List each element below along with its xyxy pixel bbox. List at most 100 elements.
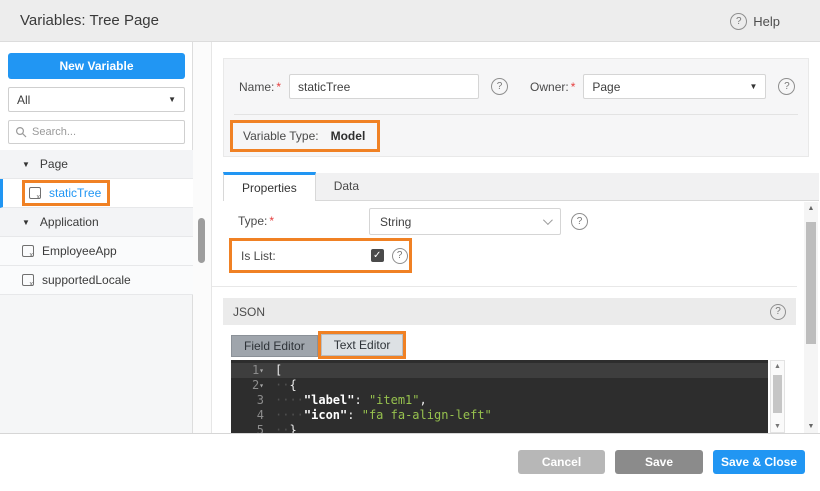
line-number: 4	[256, 408, 264, 422]
page-title: Variables: Tree Page	[20, 12, 159, 29]
type-help-icon[interactable]: ?	[571, 213, 588, 230]
type-value: String	[380, 214, 412, 229]
code-text: [	[275, 363, 283, 377]
text-editor-highlight: Text Editor	[317, 331, 407, 359]
panel-scrollbar[interactable]: ▲ ▼	[804, 202, 818, 433]
owner-label: Owner: *	[530, 79, 576, 94]
panel-scrollbar-thumb[interactable]	[806, 222, 816, 344]
variables-sidebar: New Variable All ▼ ▼ Page staticTree ▼ Appli…	[0, 42, 193, 433]
is-list-help-icon[interactable]: ?	[391, 247, 408, 264]
scroll-up-icon[interactable]: ▲	[804, 205, 818, 212]
variable-type-highlight: Variable Type: Model	[230, 120, 381, 152]
dialog-footer: Cancel Save Save & Close	[0, 433, 820, 491]
code-line: 2▾ ··{	[231, 378, 768, 393]
json-help-icon[interactable]: ?	[770, 303, 786, 320]
editor-scrollbar[interactable]: ▲ ▼	[770, 360, 785, 433]
card-divider	[234, 114, 798, 115]
variable-type-value: Model	[330, 129, 366, 143]
sidebar-filler	[0, 295, 192, 433]
tree-group-Page[interactable]: ▼ Page	[0, 150, 193, 179]
filter-value: All	[17, 92, 31, 107]
tree-item-staticTree[interactable]: staticTree	[0, 179, 193, 208]
search-input[interactable]	[32, 126, 162, 138]
line-number: 3	[256, 393, 264, 407]
collapse-triangle-icon[interactable]: ▼	[22, 160, 30, 169]
variable-search[interactable]	[8, 120, 185, 144]
line-number: 5	[256, 423, 264, 433]
json-section: JSON ? Field Editor Text Editor	[223, 298, 796, 361]
tree-item-label: supportedLocale	[42, 273, 131, 287]
caret-down-icon: ▼	[749, 82, 758, 91]
chevron-down-icon	[542, 215, 553, 226]
name-label: Name: *	[239, 79, 282, 94]
type-label: Type: *	[238, 214, 275, 228]
detail-tabbar: Properties Data	[223, 172, 819, 201]
code-line: 3 ····"label": "item1",	[231, 393, 768, 408]
code-text: ··}	[275, 423, 297, 433]
json-code-editor[interactable]: 1▾ [2▾ ··{ 3 ····"label": "item1", 4 ····"icon…	[231, 360, 768, 433]
caret-down-icon: ▼	[168, 95, 176, 104]
name-help-icon[interactable]: ?	[491, 78, 509, 95]
variable-icon	[29, 187, 41, 201]
editor-toggle-group: Field Editor Text Editor	[231, 331, 796, 361]
tab-properties[interactable]: Properties	[223, 172, 316, 201]
variable-summary-card: Name:* ? Owner:* Page ▼ ? Variable Type:…	[223, 58, 809, 157]
required-asterisk: *	[269, 214, 275, 228]
code-line: 5 ··}	[231, 423, 768, 433]
type-select[interactable]: String	[369, 208, 561, 235]
variables-tree: ▼ Page staticTree ▼ Application EmployeeApp su…	[0, 150, 193, 295]
owner-help-icon[interactable]: ?	[778, 78, 796, 95]
is-list-label: Is List:	[241, 248, 276, 263]
cancel-button[interactable]: Cancel	[518, 450, 605, 474]
line-number: 2▾	[251, 378, 264, 392]
help-circle-icon: ?	[730, 12, 748, 30]
sidebar-scrollbar[interactable]	[193, 42, 211, 433]
save-button[interactable]: Save	[615, 450, 703, 474]
owner-select[interactable]: Page ▼	[583, 74, 767, 99]
code-text: ····"icon": "fa fa-align-left"	[275, 408, 492, 422]
variable-type-label: Variable Type:	[243, 129, 319, 143]
code-line: 1▾ [	[231, 363, 768, 378]
tree-group-label: Page	[39, 157, 68, 171]
owner-value: Page	[592, 79, 621, 94]
tree-group-Application[interactable]: ▼ Application	[0, 208, 193, 237]
variable-icon	[22, 245, 34, 259]
variable-filter-select[interactable]: All ▼	[8, 87, 185, 112]
section-divider	[212, 286, 797, 287]
name-field[interactable]	[289, 74, 480, 99]
tree-item-EmployeeApp[interactable]: EmployeeApp	[0, 237, 193, 266]
is-list-highlight: Is List: ✓ ?	[229, 238, 412, 273]
variable-icon	[22, 274, 34, 288]
scroll-up-icon[interactable]: ▲	[771, 363, 784, 370]
fold-arrow-icon[interactable]: ▾	[259, 381, 264, 390]
collapse-triangle-icon[interactable]: ▼	[22, 218, 30, 227]
help-label: Help	[753, 13, 780, 29]
code-line: 4 ····"icon": "fa fa-align-left"	[231, 408, 768, 423]
save-and-close-button[interactable]: Save & Close	[713, 450, 805, 474]
fold-arrow-icon[interactable]: ▾	[259, 366, 264, 375]
scroll-down-icon[interactable]: ▼	[771, 423, 784, 430]
dialog-header: Variables: Tree Page ? Help	[0, 0, 820, 42]
code-text: ····"label": "item1",	[275, 393, 427, 407]
selected-item-highlight: staticTree	[22, 180, 111, 206]
editor-scrollbar-thumb[interactable]	[773, 375, 782, 413]
json-section-header: JSON ?	[223, 298, 796, 325]
required-asterisk: *	[570, 79, 576, 94]
tree-item-supportedLocale[interactable]: supportedLocale	[0, 266, 193, 295]
scroll-down-icon[interactable]: ▼	[804, 423, 818, 430]
new-variable-button[interactable]: New Variable	[8, 53, 185, 79]
tree-item-label: staticTree	[49, 186, 102, 200]
variables-dialog: Variables: Tree Page ? Help New Variable…	[0, 0, 820, 491]
field-editor-button[interactable]: Field Editor	[231, 335, 318, 357]
code-text: ··{	[275, 378, 297, 392]
tab-data[interactable]: Data	[316, 172, 377, 200]
text-editor-button[interactable]: Text Editor	[320, 334, 404, 356]
required-asterisk: *	[276, 79, 282, 94]
line-number: 1▾	[251, 363, 264, 377]
search-icon	[15, 126, 27, 138]
help-link[interactable]: ? Help	[730, 0, 780, 42]
tree-group-label: Application	[39, 215, 99, 229]
sidebar-scrollbar-thumb[interactable]	[198, 218, 205, 263]
json-title: JSON	[233, 304, 266, 319]
is-list-checkbox[interactable]: ✓	[370, 249, 384, 262]
